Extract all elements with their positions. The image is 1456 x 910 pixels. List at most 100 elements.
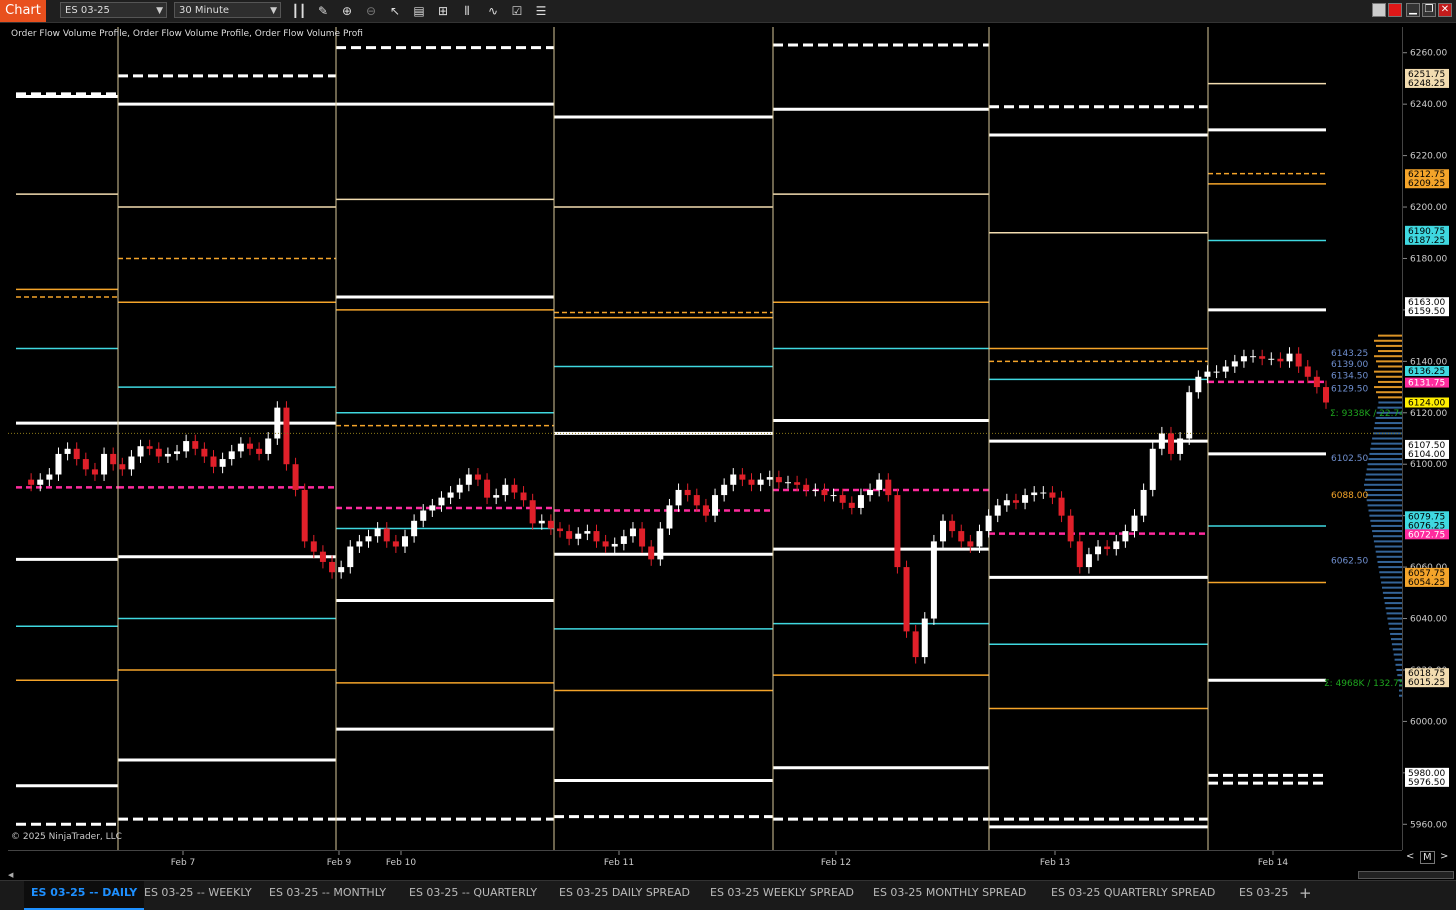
price-tag-label: 6248.25 bbox=[1408, 79, 1445, 89]
time-axis-svg: Feb 7 Feb 9 Feb 10 Feb 11 Feb 12 Feb 13 Feb 14 bbox=[171, 851, 1289, 868]
candle-body bbox=[675, 489, 682, 506]
candle-body bbox=[374, 528, 381, 537]
candle-body bbox=[1167, 433, 1174, 454]
candle-body bbox=[593, 531, 600, 542]
price-tick-label: 6240.00 bbox=[1410, 100, 1447, 110]
candle-body bbox=[620, 536, 627, 544]
candle-body bbox=[502, 484, 509, 496]
candle-body bbox=[848, 502, 855, 508]
interval-selector[interactable]: 30 Minute ▼ bbox=[174, 2, 281, 18]
draw-pencil-icon[interactable]: ✎ bbox=[315, 3, 331, 19]
maximize-button[interactable]: ❐ bbox=[1422, 3, 1436, 17]
indicators-icon[interactable]: ⫴ bbox=[459, 3, 475, 19]
bar-type-icon[interactable]: ┃┃ bbox=[291, 3, 307, 19]
tab-es-03-25-quarterly[interactable]: ES 03-25 -- QUARTERLY bbox=[402, 881, 544, 910]
properties-icon[interactable]: ☑ bbox=[509, 3, 525, 19]
scroll-left-button[interactable]: < bbox=[1406, 851, 1414, 862]
axis-buttons: < M > bbox=[1402, 851, 1456, 865]
volume-profile-bar bbox=[1382, 586, 1402, 589]
data-box-icon[interactable]: ▤ bbox=[411, 3, 427, 19]
minimize-button[interactable]: ▁ bbox=[1406, 3, 1420, 17]
time-axis[interactable]: Feb 7 Feb 9 Feb 10 Feb 11 Feb 12 Feb 13 Feb 14 bbox=[8, 850, 1402, 871]
volume-profile-bar bbox=[1390, 632, 1402, 635]
close-button[interactable]: ✕ bbox=[1438, 3, 1452, 17]
tab-es-03-25-daily[interactable]: ES 03-25 -- DAILY bbox=[24, 881, 145, 910]
volume-profile-bar bbox=[1378, 566, 1402, 569]
candle-body bbox=[1231, 361, 1238, 367]
price-tick-label: 6140.00 bbox=[1410, 357, 1447, 367]
copyright-text: © 2025 NinjaTrader, LLC bbox=[11, 832, 122, 842]
tab-es-03-25-monthly[interactable]: ES 03-25 -- MONTHLY bbox=[262, 881, 393, 910]
scroll-right-button[interactable]: > bbox=[1440, 851, 1448, 862]
volume-profile-bar bbox=[1378, 334, 1402, 337]
candle-body bbox=[930, 541, 937, 619]
candle-body bbox=[1113, 541, 1120, 550]
candle-body bbox=[301, 489, 308, 542]
candle-body bbox=[903, 567, 910, 632]
list-icon[interactable]: ☰ bbox=[533, 3, 549, 19]
candle-body bbox=[876, 479, 883, 490]
scroll-left-arrow-icon[interactable]: ◀ bbox=[8, 871, 18, 879]
candle-body bbox=[748, 479, 755, 485]
link-color-button[interactable] bbox=[1388, 3, 1402, 17]
candle-body bbox=[940, 520, 947, 542]
add-tab-button[interactable]: + bbox=[1299, 881, 1312, 910]
candle-body bbox=[1195, 376, 1202, 393]
candle-body bbox=[1031, 492, 1038, 496]
volume-profile-bar bbox=[1365, 473, 1402, 476]
volume-profile-bar bbox=[1389, 627, 1402, 630]
volume-profile-bar bbox=[1368, 458, 1402, 461]
strategies-icon[interactable]: ∿ bbox=[485, 3, 501, 19]
time-tick-label: Feb 13 bbox=[1040, 858, 1070, 868]
tab-es-03-25-daily-spread[interactable]: ES 03-25 DAILY SPREAD bbox=[552, 881, 697, 910]
price-tag-label: 6136.25 bbox=[1408, 367, 1445, 377]
candle-body bbox=[292, 464, 299, 490]
candle-body bbox=[429, 505, 436, 511]
pointer-icon[interactable]: ↖ bbox=[387, 3, 403, 19]
template-icon[interactable]: ⊞ bbox=[435, 3, 451, 19]
price-tag-label: 6124.00 bbox=[1408, 398, 1445, 408]
candle-body bbox=[392, 541, 399, 547]
price-axis-svg: 6260.006240.006220.006200.006180.006160.… bbox=[1403, 49, 1449, 830]
instrument-selector[interactable]: ES 03-25 ▼ bbox=[60, 2, 167, 18]
candle-body bbox=[629, 528, 636, 537]
candle-body bbox=[602, 541, 609, 547]
chart-plot-area[interactable]: 6143.25 6139.00 6134.50 6129.50 6102.50 6088.… bbox=[8, 27, 1405, 850]
tab-es-03-25-weekly-spread[interactable]: ES 03-25 WEEKLY SPREAD bbox=[703, 881, 861, 910]
volume-profile-bar bbox=[1374, 422, 1402, 425]
candle-body bbox=[1204, 371, 1211, 377]
horizontal-scrollbar[interactable] bbox=[1358, 871, 1454, 879]
candle-body bbox=[146, 446, 153, 449]
window-color-button[interactable] bbox=[1372, 3, 1386, 17]
price-axis[interactable]: 6260.006240.006220.006200.006180.006160.… bbox=[1402, 27, 1456, 850]
candle-body bbox=[648, 546, 655, 560]
candle-body bbox=[338, 567, 345, 573]
candle-body bbox=[1250, 356, 1257, 358]
time-tick-label: Feb 12 bbox=[821, 858, 851, 868]
zoom-in-icon[interactable]: ⊕ bbox=[339, 3, 355, 19]
profile-label: 6062.50 bbox=[1331, 557, 1368, 567]
time-tick-label: Feb 14 bbox=[1258, 858, 1289, 868]
volume-profile-bar bbox=[1376, 344, 1402, 347]
volume-profile-bar bbox=[1391, 643, 1402, 646]
auto-scale-button[interactable]: M bbox=[1420, 851, 1435, 864]
chart-tab-bar: ES 03-25 -- DAILY ES 03-25 -- WEEKLY ES 03… bbox=[0, 880, 1456, 910]
candle-body bbox=[265, 438, 272, 454]
profile-label: 6102.50 bbox=[1331, 454, 1368, 464]
tab-es-03-25[interactable]: ES 03-25 bbox=[1232, 881, 1295, 910]
volume-profile-bar bbox=[1374, 339, 1402, 342]
volume-profile-bar bbox=[1373, 427, 1402, 430]
candle-body bbox=[1140, 489, 1147, 516]
price-tag-label: 6159.50 bbox=[1408, 307, 1445, 317]
zoom-out-icon[interactable]: ⊖ bbox=[363, 3, 379, 19]
chevron-down-icon: ▼ bbox=[156, 6, 163, 16]
candle-body bbox=[101, 453, 108, 475]
volume-profile-bar bbox=[1376, 391, 1402, 394]
price-tag-label: 6054.25 bbox=[1408, 578, 1445, 588]
candle-body bbox=[128, 456, 135, 470]
tab-es-03-25-quarterly-spread[interactable]: ES 03-25 QUARTERLY SPREAD bbox=[1044, 881, 1222, 910]
tab-es-03-25-monthly-spread[interactable]: ES 03-25 MONTHLY SPREAD bbox=[866, 881, 1033, 910]
volume-profile-bar bbox=[1366, 468, 1402, 471]
candle-body bbox=[1067, 515, 1074, 542]
tab-es-03-25-weekly[interactable]: ES 03-25 -- WEEKLY bbox=[137, 881, 259, 910]
